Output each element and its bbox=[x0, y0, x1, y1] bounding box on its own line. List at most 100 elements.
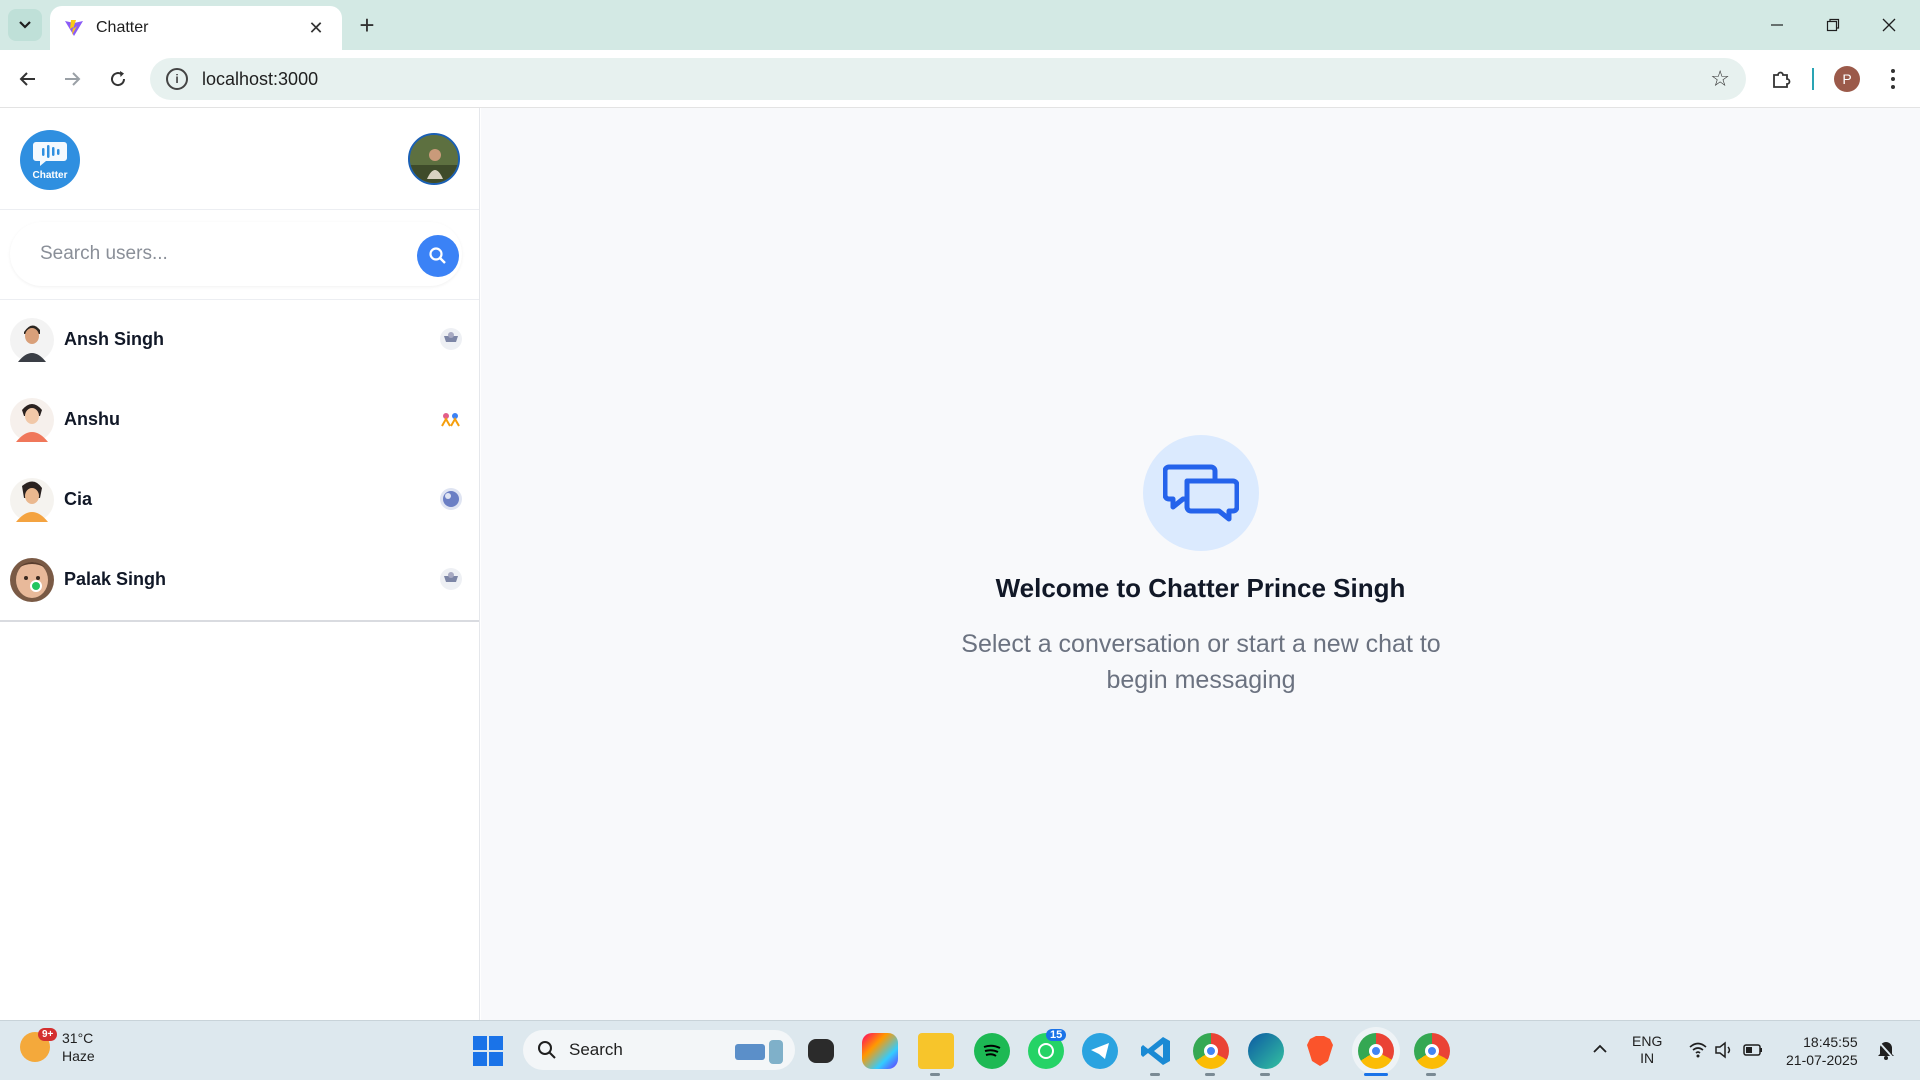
chrome-center-icon bbox=[1369, 1044, 1383, 1058]
chat-app: Chatter Search users... Ansh Singh Anshu… bbox=[0, 108, 1920, 1020]
taskbar-app-copilot[interactable] bbox=[862, 1033, 898, 1069]
chat-bubble-logo-icon bbox=[33, 141, 67, 166]
user-avatar-image-icon bbox=[10, 398, 54, 442]
sidebar-header: Chatter bbox=[0, 108, 479, 210]
taskbar-app-chrome-profile-2[interactable] bbox=[1414, 1033, 1450, 1069]
welcome-icon bbox=[1143, 435, 1259, 551]
welcome-title: Welcome to Chatter Prince Singh bbox=[995, 573, 1406, 603]
windows-logo-pane bbox=[489, 1036, 503, 1050]
telegram-icon bbox=[1091, 1043, 1109, 1059]
vscode-icon bbox=[1141, 1037, 1170, 1065]
chatter-logo[interactable]: Chatter bbox=[20, 130, 80, 190]
user-emoji-icon bbox=[440, 408, 462, 430]
user-emoji-icon bbox=[440, 488, 462, 510]
toolbar-divider bbox=[1812, 68, 1814, 90]
browser-tab-active[interactable]: Chatter ✕ bbox=[50, 6, 342, 50]
taskbar-app-chrome-active[interactable] bbox=[1358, 1033, 1394, 1069]
chat-bubbles-icon bbox=[1163, 464, 1239, 522]
taskbar-app-edge[interactable] bbox=[1248, 1033, 1284, 1069]
taskbar-app-telegram[interactable] bbox=[1082, 1033, 1118, 1069]
vite-favicon-icon bbox=[65, 20, 83, 36]
search-area bbox=[0, 210, 479, 300]
user-emoji-icon bbox=[440, 568, 462, 590]
network-volume-battery[interactable] bbox=[1688, 1039, 1764, 1066]
taskbar-app-chrome-profile-1[interactable] bbox=[1193, 1033, 1229, 1069]
brave-lion-icon bbox=[1307, 1036, 1333, 1066]
taskbar-search-label: Search bbox=[569, 1040, 623, 1059]
running-indicator bbox=[930, 1073, 940, 1076]
active-indicator bbox=[1364, 1073, 1388, 1076]
user-row-ansh-singh[interactable]: Ansh Singh bbox=[0, 300, 479, 380]
running-indicator bbox=[1205, 1073, 1215, 1076]
user-list: Ansh Singh Anshu Cia Palak Singh bbox=[0, 300, 479, 622]
running-indicator bbox=[1260, 1073, 1270, 1076]
restore-button[interactable] bbox=[1810, 8, 1856, 42]
new-tab-button[interactable]: + bbox=[352, 10, 382, 40]
clock[interactable]: 18:45:55 21-07-2025 bbox=[1786, 1033, 1858, 1069]
user-avatar bbox=[10, 316, 54, 364]
weather-text: 31°C Haze bbox=[62, 1029, 95, 1065]
taskbar-search[interactable]: Search bbox=[523, 1030, 795, 1070]
reload-icon bbox=[111, 71, 126, 87]
taskbar-app-brave[interactable] bbox=[1302, 1033, 1338, 1069]
restore-icon bbox=[1826, 18, 1840, 32]
minimize-button[interactable] bbox=[1754, 8, 1800, 42]
taskbar-app-spotify[interactable] bbox=[974, 1033, 1010, 1069]
user-row-palak-singh[interactable]: Palak Singh bbox=[0, 540, 479, 620]
weather-badge: 9+ bbox=[38, 1028, 58, 1041]
tab-search-button[interactable] bbox=[8, 9, 42, 41]
back-button[interactable] bbox=[12, 63, 44, 95]
weather-widget[interactable]: 9+ 31°C Haze bbox=[20, 1028, 95, 1065]
taskbar-app-vscode[interactable] bbox=[1138, 1033, 1174, 1069]
user-name: Anshu bbox=[64, 409, 120, 429]
user-avatar bbox=[10, 476, 54, 524]
user-avatar bbox=[10, 396, 54, 444]
language-code: ENG bbox=[1632, 1033, 1663, 1049]
search-users-input[interactable] bbox=[40, 243, 462, 265]
welcome-subtitle: Select a conversation or start a new cha… bbox=[961, 630, 1441, 694]
windows-taskbar: 9+ 31°C Haze Search 15 ENG IN 18:45:55 2… bbox=[0, 1020, 1920, 1080]
search-button-circle[interactable] bbox=[417, 235, 459, 277]
address-bar[interactable]: i localhost:3000 ☆ bbox=[150, 58, 1746, 100]
user-name: Cia bbox=[64, 489, 93, 509]
notifications-button[interactable] bbox=[1876, 1039, 1896, 1066]
extensions-button[interactable] bbox=[1764, 62, 1798, 96]
current-user-avatar[interactable] bbox=[408, 133, 460, 185]
weather-temp: 31°C bbox=[62, 1030, 94, 1046]
whatsapp-badge: 15 bbox=[1046, 1029, 1067, 1041]
windows-logo-pane bbox=[473, 1036, 487, 1050]
puzzle-icon bbox=[1773, 71, 1791, 88]
bell-icon bbox=[1876, 1039, 1896, 1061]
browser-menu-button[interactable] bbox=[1876, 62, 1910, 96]
reload-button[interactable] bbox=[102, 63, 134, 95]
running-indicator bbox=[1426, 1073, 1436, 1076]
search-button[interactable] bbox=[417, 235, 459, 277]
site-info-icon[interactable]: i bbox=[166, 68, 188, 90]
profile-avatar-button[interactable]: P bbox=[1834, 66, 1860, 92]
tab-title: Chatter bbox=[96, 19, 149, 36]
user-row-anshu[interactable]: Anshu bbox=[0, 380, 479, 460]
forward-button[interactable] bbox=[56, 63, 88, 95]
user-name: Ansh Singh bbox=[64, 329, 164, 349]
close-window-button[interactable] bbox=[1866, 8, 1912, 42]
search-icon bbox=[429, 247, 446, 264]
start-button[interactable] bbox=[473, 1036, 503, 1066]
user-avatar-image-icon bbox=[10, 478, 54, 522]
user-row-cia[interactable]: Cia bbox=[0, 460, 479, 540]
wifi-volume-battery-icon bbox=[1689, 1041, 1762, 1059]
search-highlight-icon bbox=[735, 1040, 783, 1064]
show-hidden-icons-button[interactable] bbox=[1592, 1041, 1608, 1059]
search-icon bbox=[538, 1041, 556, 1059]
kebab-menu-icon bbox=[1891, 69, 1895, 89]
weather-haze-icon: 9+ bbox=[20, 1028, 58, 1062]
language-indicator[interactable]: ENG IN bbox=[1632, 1033, 1662, 1067]
tab-close-icon[interactable]: ✕ bbox=[304, 18, 328, 39]
clock-time: 18:45:55 bbox=[1803, 1034, 1858, 1050]
arrow-left-icon bbox=[19, 72, 35, 86]
bookmark-star-icon[interactable]: ☆ bbox=[1710, 66, 1730, 92]
taskbar-app-file-explorer[interactable] bbox=[918, 1033, 954, 1069]
windows-logo-pane bbox=[473, 1052, 487, 1066]
running-indicator bbox=[1150, 1073, 1160, 1076]
user-name: Palak Singh bbox=[64, 569, 167, 589]
taskbar-app-taskview[interactable] bbox=[808, 1039, 834, 1063]
